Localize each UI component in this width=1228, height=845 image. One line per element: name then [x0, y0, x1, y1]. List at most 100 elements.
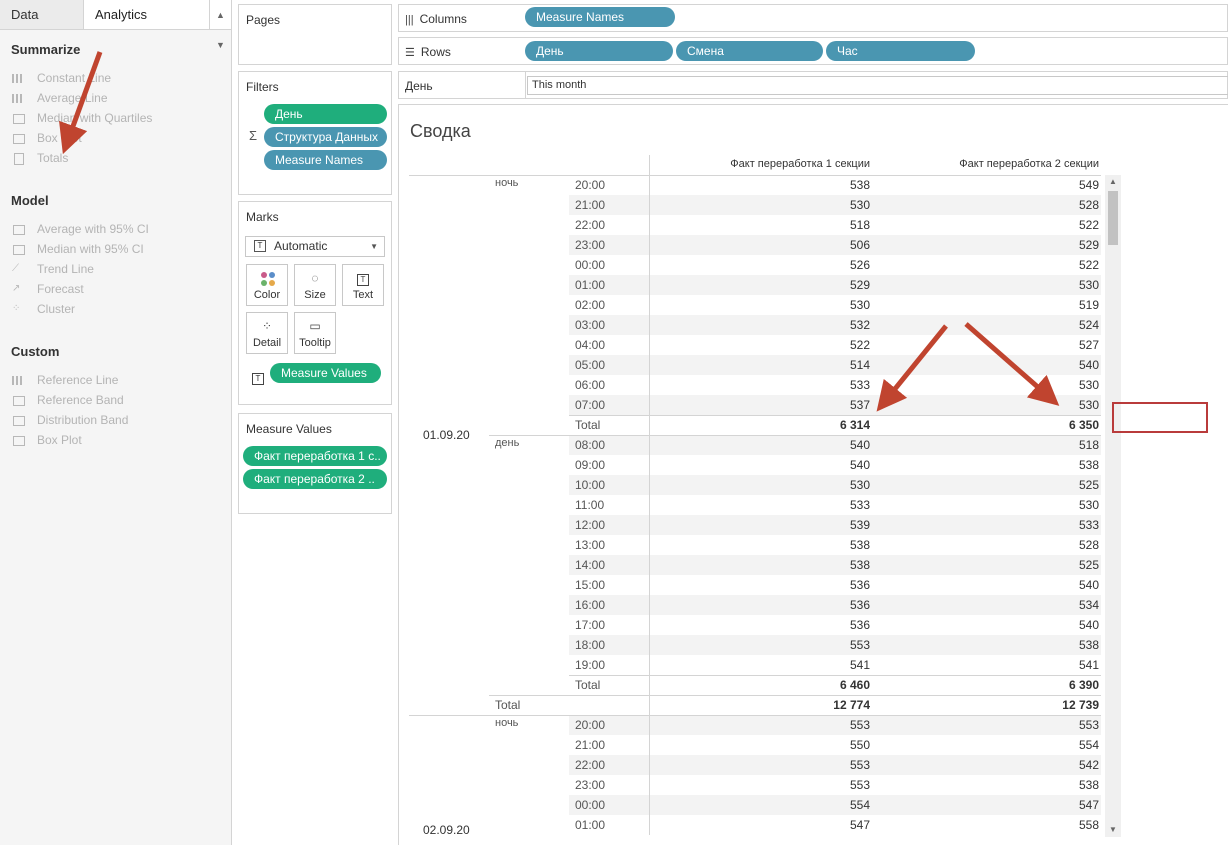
filter-pill-measure-names[interactable]: Measure Names	[264, 150, 387, 170]
analytics-item-reference-band[interactable]: Reference Band	[0, 390, 230, 410]
value-cell-2[interactable]: 530	[872, 275, 1101, 295]
hour-cell[interactable]: 03:00	[569, 315, 649, 335]
value-cell-1[interactable]: 554	[649, 795, 872, 815]
value-cell-2[interactable]: 530	[872, 375, 1101, 395]
shift-label[interactable]: ночь	[495, 717, 518, 729]
marks-size-button[interactable]: ◌ Size	[294, 264, 336, 306]
value-cell-2[interactable]: 525	[872, 555, 1101, 575]
value-cell-2[interactable]: 554	[872, 735, 1101, 755]
value-cell-1[interactable]: 530	[649, 195, 872, 215]
value-cell-2[interactable]: 533	[872, 515, 1101, 535]
hour-cell[interactable]: Total	[569, 675, 649, 695]
value-cell-2[interactable]: 547	[872, 795, 1101, 815]
value-cell-1[interactable]: 514	[649, 355, 872, 375]
hour-cell[interactable]: 00:00	[569, 795, 649, 815]
value-cell-2[interactable]: 530	[872, 495, 1101, 515]
hour-cell[interactable]: 05:00	[569, 355, 649, 375]
value-cell-1[interactable]: 537	[649, 395, 872, 415]
column-header-2[interactable]: Факт переработка 2 секции	[872, 158, 1099, 170]
value-cell-2[interactable]: 538	[872, 455, 1101, 475]
value-cell-1[interactable]: 536	[649, 595, 872, 615]
hour-cell[interactable]: 17:00	[569, 615, 649, 635]
marks-tooltip-button[interactable]: ▭ Tooltip	[294, 312, 336, 354]
tab-data[interactable]: Data	[0, 0, 84, 29]
value-cell-2[interactable]: 518	[872, 435, 1101, 455]
hour-cell[interactable]: 01:00	[569, 815, 649, 835]
value-cell-2[interactable]: 524	[872, 315, 1101, 335]
day-label[interactable]: 02.09.20	[423, 823, 470, 837]
analytics-item-average-ci[interactable]: Average with 95% CI	[0, 219, 230, 239]
value-cell-2[interactable]: 522	[872, 255, 1101, 275]
hour-cell[interactable]: 00:00	[569, 255, 649, 275]
marks-detail-button[interactable]: ⁘ Detail	[246, 312, 288, 354]
value-cell-2[interactable]: 519	[872, 295, 1101, 315]
value-cell-2[interactable]: 522	[872, 215, 1101, 235]
value-cell-1[interactable]: 529	[649, 275, 872, 295]
value-cell-1[interactable]: 541	[649, 655, 872, 675]
value-cell-1[interactable]: 538	[649, 175, 872, 195]
value-cell-1[interactable]: 553	[649, 775, 872, 795]
hour-cell[interactable]: 23:00	[569, 775, 649, 795]
quick-filter-input[interactable]: This month	[527, 76, 1228, 95]
hour-cell[interactable]: 16:00	[569, 595, 649, 615]
value-cell-1[interactable]: 522	[649, 335, 872, 355]
hour-cell[interactable]: 18:00	[569, 635, 649, 655]
shift-label[interactable]: день	[495, 437, 519, 449]
analytics-item-distribution-band[interactable]: Distribution Band	[0, 410, 230, 430]
value-cell-2[interactable]: 525	[872, 475, 1101, 495]
hour-cell[interactable]: 01:00	[569, 275, 649, 295]
hour-cell[interactable]: 13:00	[569, 535, 649, 555]
value-cell-1[interactable]: 506	[649, 235, 872, 255]
hour-cell[interactable]: Total	[489, 695, 649, 715]
value-cell-2[interactable]: 542	[872, 755, 1101, 775]
scroll-up-icon[interactable]: ▲	[1105, 175, 1121, 189]
hour-cell[interactable]: 09:00	[569, 455, 649, 475]
value-cell-1[interactable]: 553	[649, 635, 872, 655]
value-cell-2[interactable]: 529	[872, 235, 1101, 255]
value-cell-2[interactable]: 534	[872, 595, 1101, 615]
analytics-item-median-ci[interactable]: Median with 95% CI	[0, 239, 230, 259]
value-cell-1[interactable]: 536	[649, 615, 872, 635]
scroll-down-icon[interactable]: ▼	[1105, 823, 1121, 837]
hour-cell[interactable]: 04:00	[569, 335, 649, 355]
day-label[interactable]: 01.09.20	[423, 428, 470, 442]
value-cell-2[interactable]: 530	[872, 395, 1101, 415]
value-cell-2[interactable]: 540	[872, 355, 1101, 375]
value-cell-2[interactable]: 6 350	[872, 415, 1101, 435]
value-cell-1[interactable]: 539	[649, 515, 872, 535]
value-cell-2[interactable]: 528	[872, 195, 1101, 215]
columns-shelf[interactable]: ||| Columns Measure Names	[398, 4, 1228, 32]
value-cell-1[interactable]: 12 774	[649, 695, 872, 715]
hour-cell[interactable]: 08:00	[569, 435, 649, 455]
hour-cell[interactable]: 10:00	[569, 475, 649, 495]
value-cell-1[interactable]: 538	[649, 555, 872, 575]
value-cell-1[interactable]: 518	[649, 215, 872, 235]
shift-label[interactable]: ночь	[495, 177, 518, 189]
tab-analytics[interactable]: Analytics	[84, 0, 209, 29]
analytics-item-reference-line[interactable]: Reference Line	[0, 370, 230, 390]
value-cell-2[interactable]: 540	[872, 615, 1101, 635]
hour-cell[interactable]: Total	[569, 415, 649, 435]
hour-cell[interactable]: 15:00	[569, 575, 649, 595]
vertical-scrollbar[interactable]: ▲ ▼	[1105, 175, 1121, 837]
column-header-1[interactable]: Факт переработка 1 секции	[649, 158, 870, 170]
hour-cell[interactable]: 21:00	[569, 195, 649, 215]
rows-pill-hour[interactable]: Час	[826, 41, 975, 61]
analytics-item-box-plot[interactable]: Box Plot	[0, 128, 230, 148]
value-cell-2[interactable]: 549	[872, 175, 1101, 195]
hour-cell[interactable]: 22:00	[569, 755, 649, 775]
columns-pill-measure-names[interactable]: Measure Names	[525, 7, 675, 27]
hour-cell[interactable]: 20:00	[569, 715, 649, 735]
value-cell-2[interactable]: 541	[872, 655, 1101, 675]
hour-cell[interactable]: 12:00	[569, 515, 649, 535]
value-cell-2[interactable]: 527	[872, 335, 1101, 355]
value-cell-1[interactable]: 6 314	[649, 415, 872, 435]
analytics-item-totals[interactable]: Totals	[0, 148, 230, 168]
value-cell-2[interactable]: 12 739	[872, 695, 1101, 715]
value-cell-2[interactable]: 538	[872, 775, 1101, 795]
measure-pill-2[interactable]: Факт переработка 2 ..	[243, 469, 387, 489]
value-cell-1[interactable]: 553	[649, 715, 872, 735]
value-cell-2[interactable]: 558	[872, 815, 1101, 835]
value-cell-1[interactable]: 530	[649, 475, 872, 495]
marks-color-button[interactable]: Color	[246, 264, 288, 306]
